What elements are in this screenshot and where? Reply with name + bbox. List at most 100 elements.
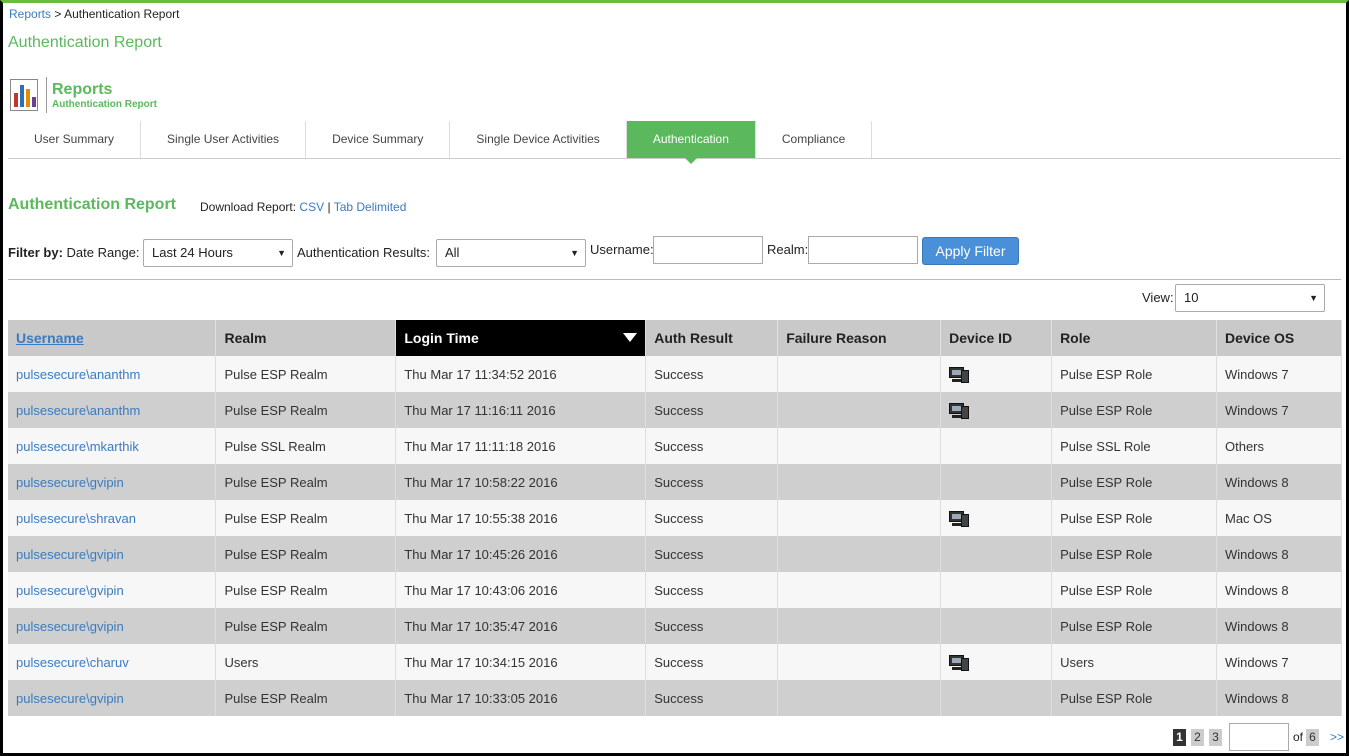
cell-role: Pulse ESP Role (1051, 608, 1217, 644)
cell-device-id (940, 392, 1053, 428)
filter-label: Filter by: Date Range: (8, 245, 140, 260)
column-header-realm[interactable]: Realm (215, 320, 397, 356)
tab-device-summary[interactable]: Device Summary (306, 121, 451, 158)
tab-authentication[interactable]: Authentication (626, 121, 756, 164)
cell-login-time: Thu Mar 17 10:35:47 2016 (395, 608, 647, 644)
desktop-computer-icon[interactable] (949, 366, 970, 383)
username-link[interactable]: pulsesecure\ananthm (16, 403, 140, 418)
realm-input[interactable] (808, 236, 918, 264)
cell-os: Windows 7 (1216, 644, 1343, 680)
page-title: Authentication Report (8, 34, 162, 51)
cell-realm: Pulse ESP Realm (215, 572, 397, 608)
breadcrumb: Reports > Authentication Report (9, 7, 179, 21)
cell-auth-result: Success (645, 680, 779, 716)
login-time-header-label: Login Time (404, 330, 479, 346)
table-row: pulsesecure\shravan Pulse ESP Realm Thu Ma… (8, 500, 1343, 536)
chevron-down-icon: ▼ (570, 248, 579, 258)
table-header-row: Username Realm Login Time Auth Result Fa… (8, 320, 1343, 356)
date-range-select[interactable]: Last 24 Hours ▼ (143, 239, 293, 267)
cell-os: Windows 8 (1216, 536, 1343, 572)
tab-user-summary[interactable]: User Summary (8, 121, 142, 158)
app-window: Reports > Authentication Report Authenti… (0, 0, 1349, 756)
username-link[interactable]: pulsesecure\mkarthik (16, 439, 139, 454)
cell-role: Users (1051, 644, 1217, 680)
column-header-auth-result[interactable]: Auth Result (645, 320, 779, 356)
next-page-link[interactable]: >> (1330, 730, 1344, 744)
apply-filter-button[interactable]: Apply Filter (922, 237, 1019, 265)
cell-auth-result: Success (645, 464, 779, 500)
filter-bar: Filter by: Date Range: Last 24 Hours ▼ A… (8, 236, 1341, 280)
cell-failure-reason (777, 356, 942, 392)
cell-username: pulsesecure\ananthm (8, 356, 217, 392)
report-tabs: User Summary Single User Activities Devi… (8, 121, 1341, 164)
column-header-login-time[interactable]: Login Time (395, 320, 647, 356)
cell-login-time: Thu Mar 17 10:34:15 2016 (395, 644, 647, 680)
download-tab-delimited-link[interactable]: Tab Delimited (334, 200, 407, 214)
cell-failure-reason (777, 500, 942, 536)
username-link[interactable]: pulsesecure\gvipin (16, 619, 124, 634)
column-header-failure-reason[interactable]: Failure Reason (777, 320, 942, 356)
cell-username: pulsesecure\gvipin (8, 680, 217, 716)
module-divider (46, 77, 47, 113)
cell-device-id (940, 680, 1053, 716)
username-link[interactable]: pulsesecure\gvipin (16, 547, 124, 562)
cell-device-id (940, 500, 1053, 536)
username-label: Username: (590, 242, 654, 257)
username-link[interactable]: pulsesecure\charuv (16, 655, 129, 670)
column-header-device-os[interactable]: Device OS (1216, 320, 1343, 356)
filter-by-label: Filter by: (8, 245, 63, 260)
tab-single-user-activities[interactable]: Single User Activities (141, 121, 307, 158)
sort-username-link[interactable]: Username (16, 330, 84, 346)
download-csv-link[interactable]: CSV (299, 200, 324, 214)
cell-os: Windows 8 (1216, 608, 1343, 644)
cell-realm: Pulse ESP Realm (215, 500, 397, 536)
column-header-role[interactable]: Role (1051, 320, 1217, 356)
cell-failure-reason (777, 464, 942, 500)
breadcrumb-separator: > (54, 7, 62, 21)
tab-single-device-activities[interactable]: Single Device Activities (450, 121, 627, 158)
username-input[interactable] (653, 236, 763, 264)
breadcrumb-reports-link[interactable]: Reports (9, 7, 51, 21)
cell-realm: Pulse ESP Realm (215, 464, 397, 500)
cell-role: Pulse ESP Role (1051, 464, 1217, 500)
username-link[interactable]: pulsesecure\gvipin (16, 691, 124, 706)
desktop-computer-icon[interactable] (949, 510, 970, 527)
download-label: Download Report: (200, 200, 297, 214)
view-count-select[interactable]: 10 ▼ (1175, 284, 1325, 312)
table-row: pulsesecure\gvipin Pulse ESP Realm Thu Mar… (8, 572, 1343, 608)
table-row: pulsesecure\mkarthik Pulse SSL Realm Thu M… (8, 428, 1343, 464)
username-link[interactable]: pulsesecure\shravan (16, 511, 136, 526)
column-header-device-id[interactable]: Device ID (940, 320, 1053, 356)
auth-results-label: Authentication Results: (297, 245, 430, 260)
page-number-input[interactable] (1229, 723, 1289, 751)
desktop-computer-icon[interactable] (949, 402, 970, 419)
column-header-username[interactable]: Username (8, 320, 217, 356)
cell-username: pulsesecure\ananthm (8, 392, 217, 428)
cell-login-time: Thu Mar 17 10:55:38 2016 (395, 500, 647, 536)
cell-os: Mac OS (1216, 500, 1343, 536)
page-3-button[interactable]: 3 (1209, 728, 1222, 746)
cell-auth-result: Success (645, 500, 779, 536)
page-1-button[interactable]: 1 (1173, 728, 1186, 746)
cell-role: Pulse ESP Role (1051, 500, 1217, 536)
cell-realm: Pulse SSL Realm (215, 428, 397, 464)
table-row: pulsesecure\charuv Users Thu Mar 17 10:34:… (8, 644, 1343, 680)
username-link[interactable]: pulsesecure\gvipin (16, 583, 124, 598)
cell-login-time: Thu Mar 17 10:33:05 2016 (395, 680, 647, 716)
page-2-button[interactable]: 2 (1191, 728, 1204, 746)
cell-device-id (940, 464, 1053, 500)
tab-compliance[interactable]: Compliance (755, 121, 873, 158)
username-link[interactable]: pulsesecure\gvipin (16, 475, 124, 490)
username-link[interactable]: pulsesecure\ananthm (16, 367, 140, 382)
cell-auth-result: Success (645, 428, 779, 464)
authentication-table: Username Realm Login Time Auth Result Fa… (8, 320, 1343, 716)
auth-results-select[interactable]: All ▼ (436, 239, 586, 267)
cell-username: pulsesecure\shravan (8, 500, 217, 536)
cell-failure-reason (777, 392, 942, 428)
cell-os: Windows 7 (1216, 392, 1343, 428)
desktop-computer-icon[interactable] (949, 654, 970, 671)
cell-username: pulsesecure\gvipin (8, 608, 217, 644)
breadcrumb-current: Authentication Report (64, 7, 180, 21)
view-label: View: (1142, 290, 1174, 305)
cell-auth-result: Success (645, 356, 779, 392)
